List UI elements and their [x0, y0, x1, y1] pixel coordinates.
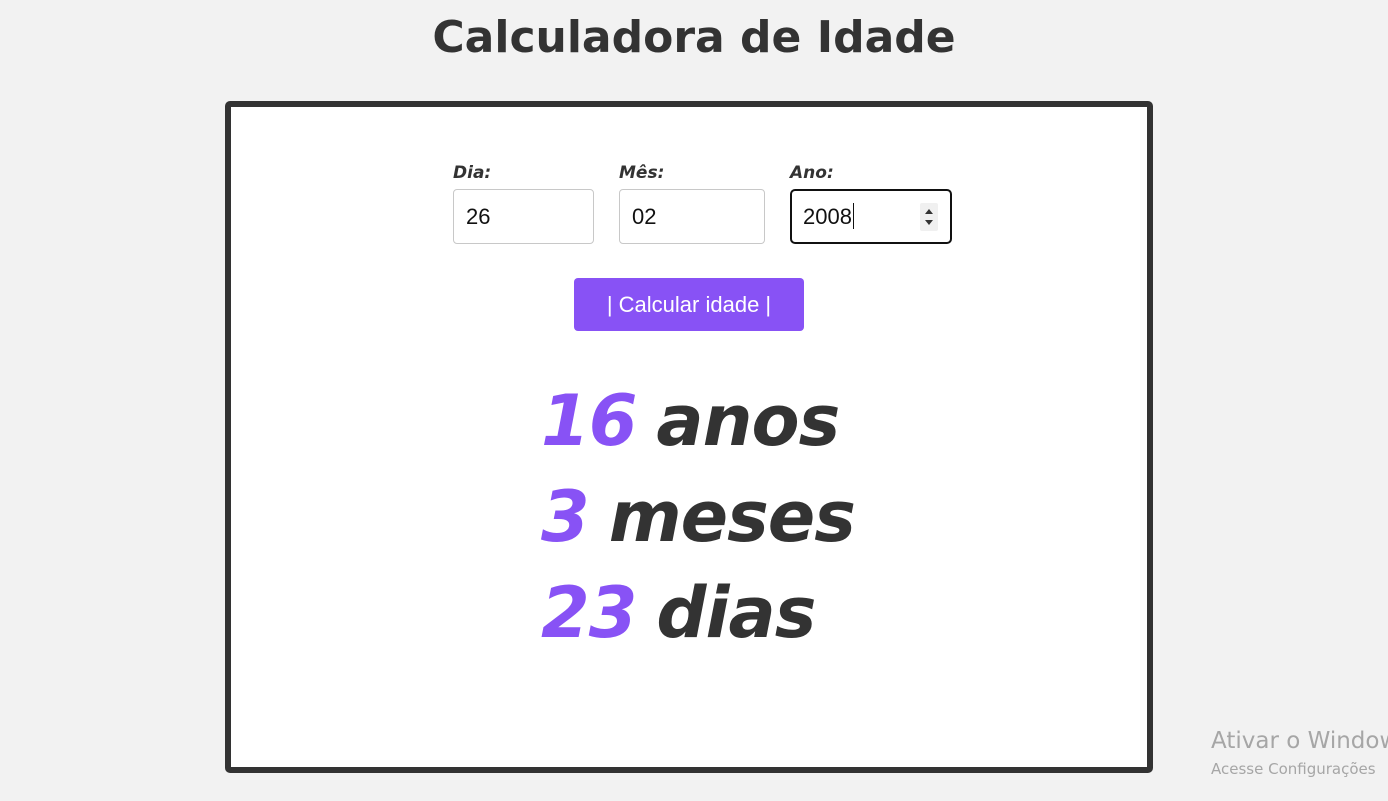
result-days-row: 23 dias — [541, 565, 855, 661]
day-label: Dia: — [453, 163, 492, 183]
spin-up-icon[interactable] — [925, 209, 933, 214]
spin-down-icon[interactable] — [925, 220, 933, 225]
result-days-value: 23 — [541, 572, 637, 654]
calculator-card: Dia: 26 Mês: 02 Ano: 2008 | Calcular ida… — [225, 101, 1153, 773]
watermark-title: Ativar o Windows — [1211, 728, 1388, 754]
month-input[interactable]: 02 — [619, 189, 765, 244]
day-field-group: Dia: 26 — [453, 163, 594, 244]
result-years-value: 16 — [541, 380, 637, 462]
calculate-age-button[interactable]: | Calcular idade | — [574, 278, 804, 331]
month-input-value: 02 — [632, 204, 657, 229]
month-label: Mês: — [619, 163, 665, 183]
text-caret — [852, 203, 854, 230]
result-days-unit: dias — [656, 572, 816, 654]
page: Calculadora de Idade Dia: 26 Mês: 02 Ano… — [0, 0, 1388, 801]
result-months-row: 3 meses — [541, 469, 856, 565]
result-months-unit: meses — [608, 476, 856, 558]
result-years-unit: anos — [656, 380, 840, 462]
age-result: 16 anos 3 meses 23 dias — [541, 373, 856, 661]
year-spinner[interactable] — [920, 203, 938, 231]
year-input-value: 2008 — [803, 204, 852, 229]
watermark-subtitle: Acesse Configurações — [1211, 760, 1376, 778]
page-title: Calculadora de Idade — [432, 12, 956, 63]
month-field-group: Mês: 02 — [619, 163, 765, 244]
year-input[interactable]: 2008 — [790, 189, 952, 244]
day-input-value: 26 — [466, 204, 491, 229]
day-input[interactable]: 26 — [453, 189, 594, 244]
windows-activation-watermark: Ativar o Windows Acesse Configurações — [1211, 726, 1388, 782]
year-label: Ano: — [790, 163, 834, 183]
result-months-value: 3 — [541, 476, 590, 558]
result-years-row: 16 anos — [541, 373, 855, 469]
year-field-group: Ano: 2008 — [790, 163, 952, 244]
